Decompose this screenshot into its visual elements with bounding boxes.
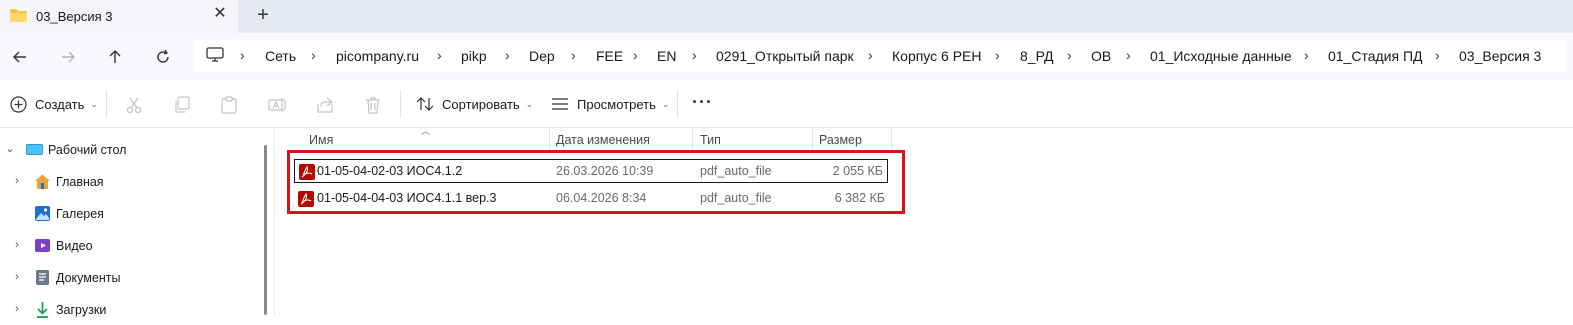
gallery-icon — [35, 206, 50, 221]
breadcrumb-separator[interactable]: › — [240, 47, 245, 63]
navigation-pane: ⌄ Рабочий стол › Главная Галерея › Видео… — [0, 128, 262, 318]
sidebar-item-label: Галерея — [56, 207, 104, 221]
pane-divider[interactable] — [274, 128, 275, 315]
refresh-icon[interactable] — [153, 47, 173, 67]
tab-active[interactable]: 03_Версия 3 ✕ — [0, 0, 238, 33]
forward-arrow-icon[interactable] — [58, 47, 78, 67]
view-label: Просмотреть — [577, 96, 656, 112]
sidebar-scrollbar[interactable] — [264, 145, 267, 315]
sidebar-item-desktop[interactable]: ⌄ Рабочий стол — [0, 135, 262, 165]
breadcrumb-separator[interactable]: › — [1435, 47, 1440, 63]
breadcrumb-item[interactable]: 8_РД — [1020, 48, 1053, 64]
chevron-down-icon: ⌄ — [90, 98, 98, 109]
breadcrumb-item[interactable]: EN — [657, 48, 676, 64]
create-label: Создать — [35, 96, 85, 112]
breadcrumb-item[interactable]: Dep — [529, 48, 555, 64]
column-header-size[interactable]: Размер — [819, 133, 862, 147]
chevron-down-icon: ⌄ — [525, 98, 534, 109]
breadcrumb-item[interactable]: Корпус 6 РЕН — [892, 48, 982, 64]
back-arrow-icon[interactable] — [10, 47, 30, 67]
chevron-right-icon[interactable]: › — [11, 303, 23, 315]
sidebar-item-label: Главная — [56, 175, 104, 189]
close-tab-icon[interactable]: ✕ — [212, 6, 228, 22]
sidebar-item-label: Документы — [56, 271, 121, 285]
sidebar-item-documents[interactable]: › Документы — [0, 263, 262, 293]
breadcrumb-separator[interactable]: › — [311, 47, 316, 63]
column-header-modified[interactable]: Дата изменения — [556, 133, 650, 147]
sidebar-item-home[interactable]: › Главная — [0, 167, 262, 197]
breadcrumb-item[interactable]: 01_Стадия ПД — [1328, 48, 1423, 64]
copy-icon[interactable] — [173, 96, 191, 114]
breadcrumb-separator[interactable]: › — [692, 47, 697, 63]
sort-button[interactable]: Сортировать ⌄ — [416, 92, 533, 116]
title-bar: 03_Версия 3 ✕ + — [0, 0, 1573, 33]
video-icon — [35, 239, 50, 252]
column-headers: Имя Дата изменения Тип Размер — [294, 128, 894, 152]
rename-icon[interactable] — [268, 96, 286, 114]
more-options-icon[interactable]: ··· — [692, 92, 713, 113]
cut-icon[interactable] — [125, 96, 143, 114]
sidebar-item-downloads[interactable]: › Загрузки — [0, 295, 262, 325]
delete-icon[interactable] — [364, 96, 382, 114]
chevron-right-icon[interactable]: › — [11, 271, 23, 283]
chevron-down-icon[interactable]: ⌄ — [4, 143, 16, 155]
highlight-annotation — [287, 150, 905, 214]
sidebar-item-gallery[interactable]: Галерея — [0, 199, 262, 229]
plus-circle-icon — [10, 95, 27, 113]
breadcrumb-separator[interactable]: › — [505, 47, 510, 63]
sidebar-item-label: Рабочий стол — [48, 143, 127, 157]
tab-title: 03_Версия 3 — [36, 9, 113, 24]
computer-icon[interactable] — [206, 47, 224, 63]
create-button[interactable]: Создать ⌄ — [10, 92, 98, 116]
breadcrumb-separator[interactable]: › — [633, 47, 638, 63]
breadcrumb-item-current[interactable]: 03_Версия 3 — [1459, 48, 1541, 64]
home-icon — [35, 174, 50, 189]
column-divider[interactable] — [891, 128, 892, 152]
breadcrumb-separator[interactable]: › — [1126, 47, 1131, 63]
chevron-down-icon: ⌄ — [661, 98, 670, 109]
breadcrumb-item[interactable]: 01_Исходные данные — [1150, 48, 1292, 64]
sort-label: Сортировать — [442, 96, 520, 112]
paste-icon[interactable] — [220, 96, 238, 114]
command-bar: Создать ⌄ Сортировать ⌄ Просмотреть ⌄ ··… — [0, 80, 1573, 128]
breadcrumb-separator[interactable]: › — [995, 47, 1000, 63]
breadcrumb[interactable]: › Сеть › picompany.ru › pikp › Dep › FEE… — [194, 40, 1567, 72]
desktop-icon — [26, 144, 43, 155]
breadcrumb-item[interactable]: ОВ — [1091, 48, 1111, 64]
toolbar-divider — [400, 90, 401, 118]
breadcrumb-item[interactable]: Сеть — [265, 48, 296, 64]
up-arrow-icon[interactable] — [105, 47, 125, 67]
sort-icon — [416, 97, 434, 111]
breadcrumb-item[interactable]: picompany.ru — [336, 48, 419, 64]
sidebar-item-label: Видео — [56, 239, 93, 253]
column-divider[interactable] — [812, 128, 813, 152]
column-header-name[interactable]: Имя — [309, 133, 333, 147]
breadcrumb-item[interactable]: pikp — [461, 48, 487, 64]
share-icon[interactable] — [316, 96, 334, 114]
chevron-right-icon[interactable]: › — [11, 175, 23, 187]
column-divider[interactable] — [549, 128, 550, 152]
breadcrumb-separator[interactable]: › — [1304, 47, 1309, 63]
view-button[interactable]: Просмотреть ⌄ — [551, 92, 669, 116]
column-header-type[interactable]: Тип — [700, 133, 721, 147]
breadcrumb-item[interactable]: 0291_Открытый парк — [716, 48, 854, 64]
sidebar-item-video[interactable]: › Видео — [0, 231, 262, 261]
documents-icon — [36, 270, 49, 285]
chevron-right-icon[interactable]: › — [11, 239, 23, 251]
breadcrumb-separator[interactable]: › — [571, 47, 576, 63]
breadcrumb-separator[interactable]: › — [1067, 47, 1072, 63]
downloads-icon — [37, 302, 48, 318]
column-divider[interactable] — [692, 128, 693, 152]
toolbar-divider — [106, 90, 107, 118]
breadcrumb-separator[interactable]: › — [437, 47, 442, 63]
folder-icon — [10, 9, 27, 22]
breadcrumb-separator[interactable]: › — [868, 47, 873, 63]
toolbar-divider — [677, 90, 678, 118]
view-icon — [552, 98, 568, 110]
new-tab-button[interactable]: + — [254, 5, 272, 25]
breadcrumb-item[interactable]: FEE — [596, 48, 623, 64]
